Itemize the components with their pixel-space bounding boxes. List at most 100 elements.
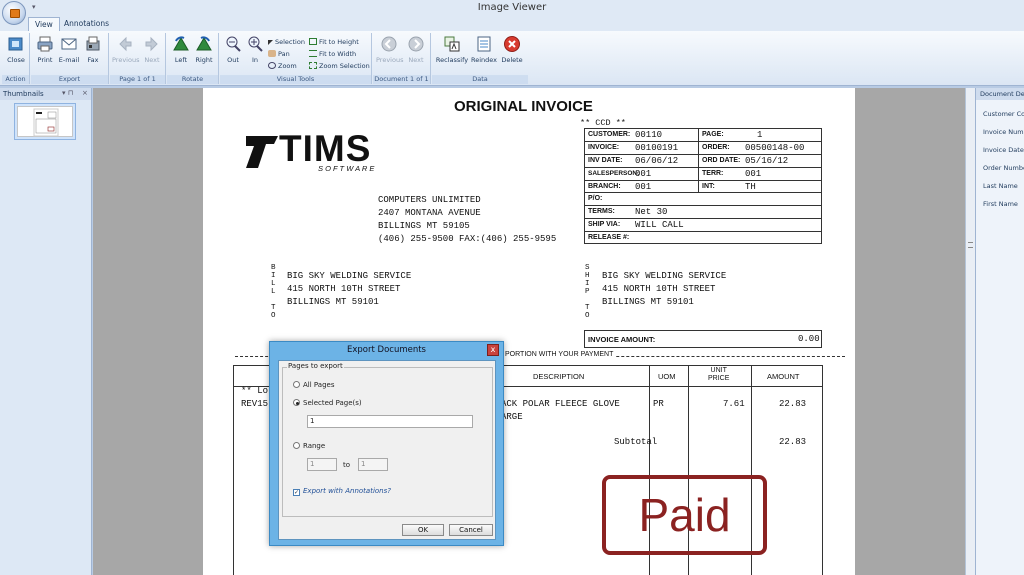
close-button[interactable]: Close: [5, 35, 27, 64]
magnifier-icon: [268, 62, 276, 69]
ok-button[interactable]: OK: [402, 524, 444, 536]
zoom-in-button[interactable]: In: [244, 35, 266, 64]
group-label-document: Document 1 of 1: [373, 75, 430, 84]
out-label: Out: [227, 56, 239, 64]
export-documents-dialog: Export Documents x Pages to export All P…: [269, 341, 504, 546]
reclassify-button[interactable]: Reclassify: [435, 35, 469, 64]
zoom-out-button[interactable]: Out: [222, 35, 244, 64]
dialog-body: Pages to export All Pages Selected Page(…: [278, 360, 496, 540]
ship-via-label: SHIP VIA:: [588, 221, 621, 228]
subtotal-label: Subtotal: [614, 437, 658, 447]
inv-date-label: INV DATE:: [588, 157, 623, 164]
next-document-button[interactable]: Next: [405, 35, 427, 64]
delete-button[interactable]: Delete: [499, 35, 525, 64]
previous-page-button[interactable]: Previous: [112, 35, 139, 64]
email-button[interactable]: E-mail: [57, 35, 81, 64]
fit-to-width-button[interactable]: Fit to Width: [309, 50, 356, 58]
group-label-rotate: Rotate: [167, 75, 218, 84]
header-divider: [698, 128, 699, 192]
line-description-1: ACK POLAR FLEECE GLOVE: [501, 399, 620, 409]
bill-to-line-2: 415 NORTH 10TH STREET: [287, 284, 401, 294]
order-value: 00500148-00: [745, 143, 805, 153]
rotate-left-button[interactable]: Left: [170, 35, 192, 64]
circle-arrow-left-icon: [381, 36, 397, 52]
logo-subtext: S O F T W A R E: [318, 164, 375, 173]
row-line: [584, 167, 822, 168]
fit-width-label: Fit to Width: [319, 50, 357, 58]
printer-icon: [37, 36, 53, 52]
range-from-input[interactable]: 1: [307, 458, 337, 471]
export-annotations-checkbox[interactable]: ✓ Export with Annotations?: [293, 487, 391, 496]
reclassify-label: Reclassify: [435, 56, 469, 64]
vertical-scrollbar[interactable]: [965, 88, 975, 575]
pan-label: Pan: [278, 50, 290, 58]
cancel-button[interactable]: Cancel: [449, 524, 493, 536]
group-visual-tools: Out In Selection Pan Zoom Fit to Height …: [220, 33, 372, 84]
field-invoice-number[interactable]: Invoice Numb: [983, 128, 1024, 136]
tab-annotations[interactable]: Annotations: [58, 17, 115, 31]
close-icon[interactable]: ×: [82, 89, 88, 97]
reindex-button[interactable]: Reindex: [470, 35, 498, 64]
all-pages-radio[interactable]: All Pages: [293, 381, 335, 389]
zoom-tool[interactable]: Zoom: [268, 62, 297, 70]
terr-label: TERR:: [702, 170, 724, 177]
delete-icon: [504, 36, 520, 52]
application-menu-button[interactable]: [2, 1, 26, 25]
group-export: Print E-mail Fax Export: [31, 33, 109, 84]
zoom-label: Zoom: [278, 62, 297, 70]
zoom-selection-icon: [309, 62, 317, 69]
field-customer-code[interactable]: Customer Co: [983, 110, 1024, 118]
invoice-heading: ORIGINAL INVOICE: [454, 98, 593, 115]
range-to-input[interactable]: 1: [358, 458, 388, 471]
page-thumbnail[interactable]: [14, 103, 76, 140]
selected-pages-radio[interactable]: Selected Page(s): [293, 399, 362, 407]
range-radio[interactable]: Range: [293, 442, 325, 450]
selected-pages-input[interactable]: 1: [307, 415, 473, 428]
document-viewer[interactable]: ORIGINAL INVOICE ** CCD ** TIMS S O F T …: [93, 88, 965, 575]
document-details-panel: Document Det Customer Co Invoice Numb In…: [975, 88, 1024, 575]
right-label: Right: [195, 56, 213, 64]
field-first-name[interactable]: First Name: [983, 200, 1018, 208]
pan-tool[interactable]: Pan: [268, 50, 290, 58]
email-icon: [61, 38, 77, 50]
invoice-value: 00100191: [635, 143, 679, 153]
group-label-page: Page 1 of 1: [110, 75, 165, 84]
print-button[interactable]: Print: [33, 35, 57, 64]
release-label: RELEASE #:: [588, 234, 630, 241]
hand-icon: [268, 50, 276, 57]
fit-to-height-button[interactable]: Fit to Height: [309, 38, 359, 46]
quick-access-dropdown-icon[interactable]: ▾: [32, 3, 36, 11]
previous-document-button[interactable]: Previous: [376, 35, 403, 64]
field-order-number[interactable]: Order Numbe: [983, 164, 1024, 172]
dialog-close-button[interactable]: x: [487, 344, 499, 356]
fax-button[interactable]: Fax: [81, 35, 105, 64]
field-last-name[interactable]: Last Name: [983, 182, 1018, 190]
rotate-right-button[interactable]: Right: [193, 35, 215, 64]
selection-tool[interactable]: Selection: [268, 38, 305, 46]
paid-stamp[interactable]: Paid: [602, 475, 767, 555]
thumbnail-preview-icon: [33, 108, 59, 137]
terr-value: 001: [745, 169, 762, 179]
tab-view[interactable]: View: [28, 17, 60, 31]
zoom-in-icon: [248, 36, 263, 52]
company-line-2: 2407 MONTANA AVENUE: [378, 208, 481, 218]
col-uom: UOM: [658, 372, 676, 381]
zoom-selection-button[interactable]: Zoom Selection: [309, 62, 370, 70]
line-fragment-2: REV15: [241, 399, 269, 409]
row-line: [584, 141, 822, 142]
pin-icon[interactable]: ▾ ⊓: [62, 89, 73, 97]
radio-icon: [293, 442, 300, 449]
field-invoice-date[interactable]: Invoice Date: [983, 146, 1024, 154]
ribbon: Close Action Print E-mail Fax Export Pre…: [0, 31, 1024, 86]
company-line-3: BILLINGS MT 59105: [378, 221, 470, 231]
col-amount: AMOUNT: [767, 372, 800, 381]
branch-label: BRANCH:: [588, 183, 621, 190]
next-page-button[interactable]: Next: [140, 35, 164, 64]
next-label: Next: [144, 56, 160, 64]
radio-icon: [293, 381, 300, 388]
thumbnails-header: Thumbnails: [0, 88, 91, 100]
invoice-amount-value: 0.00: [798, 334, 820, 344]
line-description-2: ARGE: [501, 412, 523, 422]
zoom-out-icon: [226, 36, 241, 52]
ord-date-label: ORD DATE:: [702, 157, 741, 164]
